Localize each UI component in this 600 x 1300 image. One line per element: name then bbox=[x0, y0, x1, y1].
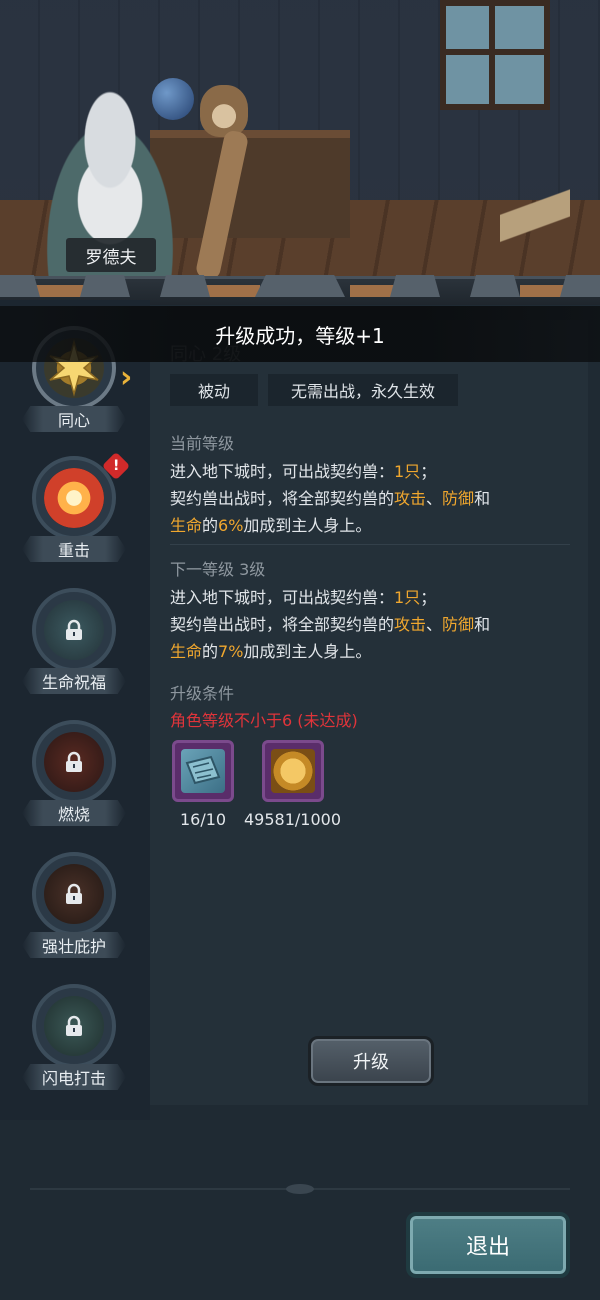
text: ； bbox=[420, 462, 437, 481]
current-line-1: 进入地下城时，可出战契约兽：1只； bbox=[170, 458, 436, 482]
skill-art bbox=[44, 864, 104, 924]
material-coin-item[interactable] bbox=[262, 740, 324, 802]
bottom-divider bbox=[30, 1184, 570, 1194]
text: 的 bbox=[202, 516, 219, 535]
gold-coin-icon bbox=[271, 749, 315, 793]
skill-item-shengmingzhufu[interactable]: 生命祝福 bbox=[22, 588, 126, 708]
highlight: 攻击 bbox=[394, 489, 427, 508]
tag-passive: 被动 bbox=[170, 374, 258, 406]
lock-icon bbox=[66, 751, 82, 772]
skill-label: 重击 bbox=[22, 536, 126, 562]
current-line-3: 生命的6%加成到主人身上。 bbox=[170, 512, 371, 536]
stud bbox=[0, 275, 40, 297]
highlight: 7% bbox=[218, 642, 244, 661]
next-level-heading: 下一等级 3级 bbox=[170, 560, 266, 579]
next-line-2: 契约兽出战时，将全部契约兽的攻击、防御和 bbox=[170, 611, 490, 635]
exit-button[interactable]: 退出 bbox=[406, 1212, 570, 1278]
requirement-condition: 角色等级不小于6 (未达成) bbox=[170, 711, 358, 730]
stud bbox=[160, 275, 210, 297]
text: 契约兽出战时，将全部契约兽的 bbox=[170, 615, 395, 634]
divider bbox=[170, 544, 570, 545]
scroll-count: 16/10 bbox=[180, 810, 227, 829]
text: 进入地下城时，可出战契约兽： bbox=[170, 462, 395, 481]
highlight: 生命 bbox=[170, 642, 203, 661]
lock-icon bbox=[66, 883, 82, 904]
text: 和 bbox=[474, 489, 491, 508]
skill-label: 同心 bbox=[22, 406, 126, 432]
lock-icon bbox=[66, 1015, 82, 1036]
skill-ring bbox=[32, 456, 116, 540]
skill-label: 生命祝福 bbox=[22, 668, 126, 694]
highlight: 1只 bbox=[394, 588, 421, 607]
skill-detail-panel: 同心 2级 被动 无需出战，永久生效 当前等级 进入地下城时，可出战契约兽：1只… bbox=[150, 320, 588, 1105]
skill-art bbox=[44, 996, 104, 1056]
skill-ring bbox=[32, 720, 116, 804]
text: ； bbox=[420, 588, 437, 607]
stud bbox=[560, 275, 600, 297]
text: 的 bbox=[202, 642, 219, 661]
text: 加成到主人身上。 bbox=[243, 642, 372, 661]
stud bbox=[470, 275, 520, 297]
scroll-svg bbox=[185, 755, 221, 785]
alert-badge-text: ! bbox=[112, 457, 120, 474]
coin-count: 49581/1000 bbox=[244, 810, 342, 829]
window bbox=[440, 0, 550, 110]
tag-effect: 无需出战，永久生效 bbox=[268, 374, 458, 406]
success-toast: 升级成功，等级+1 bbox=[0, 306, 600, 362]
skill-label: 燃烧 bbox=[22, 800, 126, 826]
highlight: 1只 bbox=[394, 462, 421, 481]
text: 进入地下城时，可出战契约兽： bbox=[170, 588, 395, 607]
broom bbox=[500, 160, 570, 270]
highlight: 生命 bbox=[170, 516, 203, 535]
skill-art bbox=[44, 732, 104, 792]
stud bbox=[80, 275, 130, 297]
scroll-map-icon bbox=[181, 749, 225, 793]
text: 和 bbox=[474, 615, 491, 634]
selected-arrow-icon: › bbox=[120, 360, 133, 395]
requirements-heading: 升级条件 bbox=[170, 684, 235, 703]
current-level-heading: 当前等级 bbox=[170, 434, 235, 453]
owl-icon bbox=[200, 85, 248, 137]
skill-label: 强壮庇护 bbox=[22, 932, 126, 958]
material-scroll-item[interactable] bbox=[172, 740, 234, 802]
highlight: 防御 bbox=[442, 615, 475, 634]
highlight: 6% bbox=[218, 516, 244, 535]
stud bbox=[390, 275, 440, 297]
current-line-2: 契约兽出战时，将全部契约兽的攻击、防御和 bbox=[170, 485, 490, 509]
burst-icon bbox=[44, 468, 104, 528]
skill-item-ranshao[interactable]: 燃烧 bbox=[22, 720, 126, 840]
skill-item-zhongji[interactable]: ! 重击 bbox=[22, 451, 131, 576]
stud bbox=[255, 275, 345, 297]
next-line-3: 生命的7%加成到主人身上。 bbox=[170, 638, 371, 662]
text: 加成到主人身上。 bbox=[243, 516, 372, 535]
highlight: 防御 bbox=[442, 489, 475, 508]
skill-ring bbox=[32, 588, 116, 672]
text: 、 bbox=[426, 489, 443, 508]
text: 契约兽出战时，将全部契约兽的 bbox=[170, 489, 395, 508]
upgrade-button[interactable]: 升级 bbox=[308, 1036, 434, 1086]
skill-ring bbox=[32, 984, 116, 1068]
skill-label: 闪电打击 bbox=[22, 1064, 126, 1090]
skill-art bbox=[44, 600, 104, 660]
next-line-1: 进入地下城时，可出战契约兽：1只； bbox=[170, 584, 436, 608]
highlight: 攻击 bbox=[394, 615, 427, 634]
skill-item-shandiandaji[interactable]: 闪电打击 bbox=[22, 984, 126, 1104]
lock-icon bbox=[66, 619, 82, 640]
text: 、 bbox=[426, 615, 443, 634]
npc-name-label: 罗德夫 bbox=[66, 238, 156, 272]
skill-item-qiangzhuangbihu[interactable]: 强壮庇护 bbox=[22, 852, 126, 972]
skill-ring bbox=[32, 852, 116, 936]
